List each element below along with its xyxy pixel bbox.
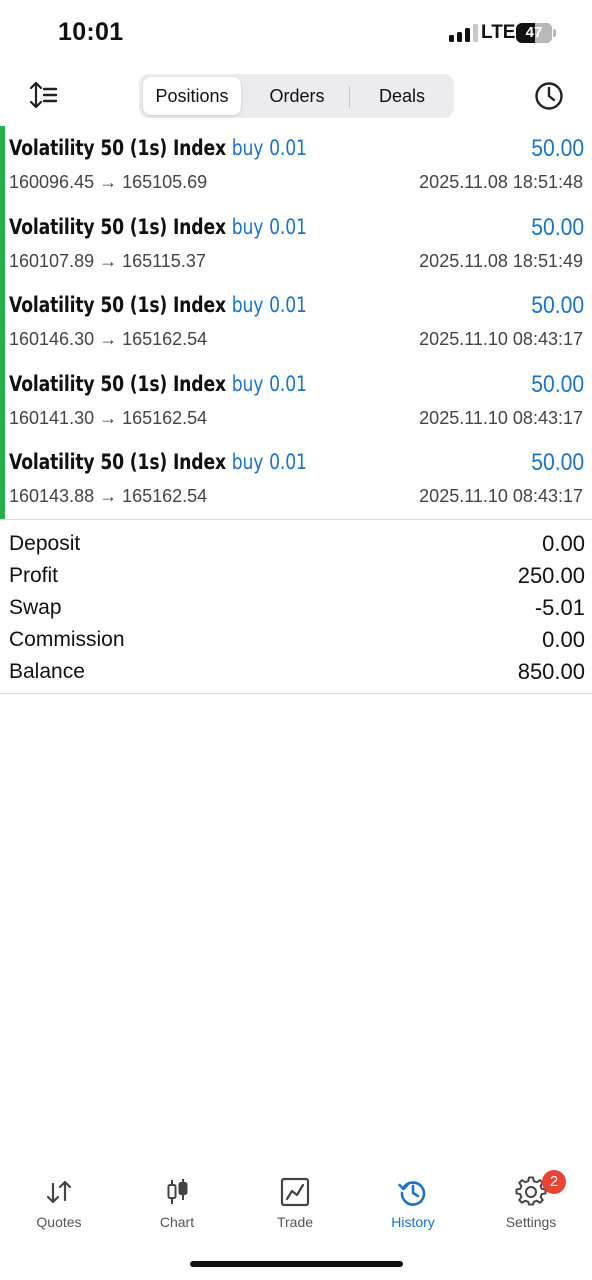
tab-history[interactable]: History — [354, 1170, 472, 1236]
position-profit: 50.00 — [531, 370, 584, 398]
position-volume: 0.01 — [269, 371, 307, 396]
position-symbol: Volatility 50 (1s) Index — [9, 371, 226, 396]
clock-icon[interactable] — [533, 80, 565, 112]
network-type: LTE — [481, 22, 516, 43]
summary-value: -5.01 — [534, 595, 585, 620]
segment-divider — [349, 86, 350, 108]
summary-label: Swap — [9, 596, 62, 619]
position-row[interactable]: Volatility 50 (1s) Index buy 0.01 50.00 … — [0, 205, 592, 284]
position-symbol: Volatility 50 (1s) Index — [9, 214, 226, 239]
position-title: Volatility 50 (1s) Index buy 0.01 — [9, 215, 307, 239]
cellular-signal-icon — [449, 24, 478, 42]
position-row[interactable]: Volatility 50 (1s) Index buy 0.01 50.00 … — [0, 362, 592, 441]
summary-commission: Commission 0.00 — [0, 624, 592, 656]
status-bar: 10:01 LTE 47 — [0, 0, 592, 66]
position-symbol: Volatility 50 (1s) Index — [9, 450, 226, 475]
position-prices: 160096.45 → 165105.69 — [9, 172, 208, 192]
position-row[interactable]: Volatility 50 (1s) Index buy 0.01 50.00 … — [0, 440, 592, 519]
position-title: Volatility 50 (1s) Index buy 0.01 — [9, 450, 307, 474]
tab-label: Quotes — [36, 1214, 82, 1230]
home-indicator[interactable] — [190, 1261, 403, 1267]
position-volume: 0.01 — [269, 450, 307, 475]
summary-label: Balance — [9, 660, 85, 683]
position-volume: 0.01 — [269, 293, 307, 318]
history-icon — [398, 1181, 426, 1206]
position-row[interactable]: Volatility 50 (1s) Index buy 0.01 50.00 … — [0, 283, 592, 362]
summary-swap: Swap -5.01 — [0, 592, 592, 624]
quotes-arrows-icon — [46, 1180, 72, 1204]
position-time: 2025.11.08 18:51:48 — [419, 172, 583, 192]
list-divider — [0, 519, 592, 520]
position-title: Volatility 50 (1s) Index buy 0.01 — [9, 136, 307, 160]
tab-positions[interactable]: Positions — [143, 77, 241, 115]
summary-divider — [0, 693, 592, 694]
position-symbol: Volatility 50 (1s) Index — [9, 293, 226, 318]
history-toolbar: Positions Orders Deals — [0, 70, 592, 122]
summary-balance: Balance 850.00 — [0, 656, 592, 688]
position-side: buy — [231, 136, 264, 160]
candlestick-icon — [167, 1179, 188, 1204]
trade-chart-icon — [280, 1177, 310, 1207]
status-time: 10:01 — [58, 18, 124, 46]
position-profit: 50.00 — [531, 292, 584, 320]
tab-quotes[interactable]: Quotes — [0, 1170, 118, 1236]
summary-label: Commission — [9, 628, 125, 651]
summary-value: 850.00 — [517, 659, 585, 684]
tab-label: History — [391, 1214, 435, 1230]
tab-label: Settings — [505, 1214, 557, 1230]
settings-notification-badge: 2 — [542, 1170, 566, 1194]
tab-orders[interactable]: Orders — [247, 77, 347, 115]
battery-icon: 47 — [516, 23, 552, 43]
position-title: Volatility 50 (1s) Index buy 0.01 — [9, 372, 307, 396]
position-side: buy — [231, 293, 264, 318]
sort-lines-icon[interactable] — [28, 80, 60, 110]
position-time: 2025.11.10 08:43:17 — [419, 407, 583, 428]
position-symbol: Volatility 50 (1s) Index — [9, 136, 226, 160]
summary-deposit: Deposit 0.00 — [0, 528, 592, 560]
position-side: buy — [231, 214, 264, 239]
tab-trade[interactable]: Trade — [236, 1170, 354, 1236]
battery-level: 47 — [525, 24, 543, 41]
tab-settings[interactable]: 2 Settings — [472, 1170, 590, 1236]
history-view-switcher: Positions Orders Deals — [139, 74, 454, 118]
position-volume: 0.01 — [269, 136, 307, 160]
position-prices: 160107.89 → 165115.37 — [9, 250, 206, 271]
position-profit: 50.00 — [531, 135, 584, 162]
position-side: buy — [231, 371, 264, 396]
position-volume: 0.01 — [269, 214, 307, 239]
position-row[interactable]: Volatility 50 (1s) Index buy 0.01 50.00 … — [0, 126, 592, 205]
position-side: buy — [231, 450, 264, 475]
summary-value: 0.00 — [542, 627, 585, 652]
tab-label: Chart — [159, 1214, 195, 1230]
position-time: 2025.11.10 08:43:17 — [419, 486, 583, 507]
summary-label: Deposit — [9, 532, 81, 555]
summary-value: 250.00 — [517, 563, 585, 588]
tab-deals[interactable]: Deals — [353, 77, 451, 115]
summary-value: 0.00 — [542, 531, 585, 556]
bottom-tab-bar: Quotes Chart Trade History 2 Settings — [0, 1170, 592, 1240]
position-prices: 160143.88 → 165162.54 — [9, 486, 208, 507]
position-profit: 50.00 — [531, 213, 584, 241]
positions-list: Volatility 50 (1s) Index buy 0.01 50.00 … — [0, 126, 592, 519]
tab-chart[interactable]: Chart — [118, 1170, 236, 1236]
position-profit: 50.00 — [531, 449, 584, 477]
position-time: 2025.11.08 18:51:49 — [419, 250, 583, 271]
summary-label: Profit — [9, 564, 59, 587]
position-prices: 160146.30 → 165162.54 — [9, 329, 208, 350]
summary-profit: Profit 250.00 — [0, 560, 592, 592]
battery-tip — [553, 29, 556, 37]
tab-label: Trade — [276, 1214, 314, 1230]
position-time: 2025.11.10 08:43:17 — [419, 329, 583, 350]
account-summary: Deposit 0.00 Profit 250.00 Swap -5.01 Co… — [0, 526, 592, 686]
position-prices: 160141.30 → 165162.54 — [9, 407, 208, 428]
position-title: Volatility 50 (1s) Index buy 0.01 — [9, 293, 307, 317]
